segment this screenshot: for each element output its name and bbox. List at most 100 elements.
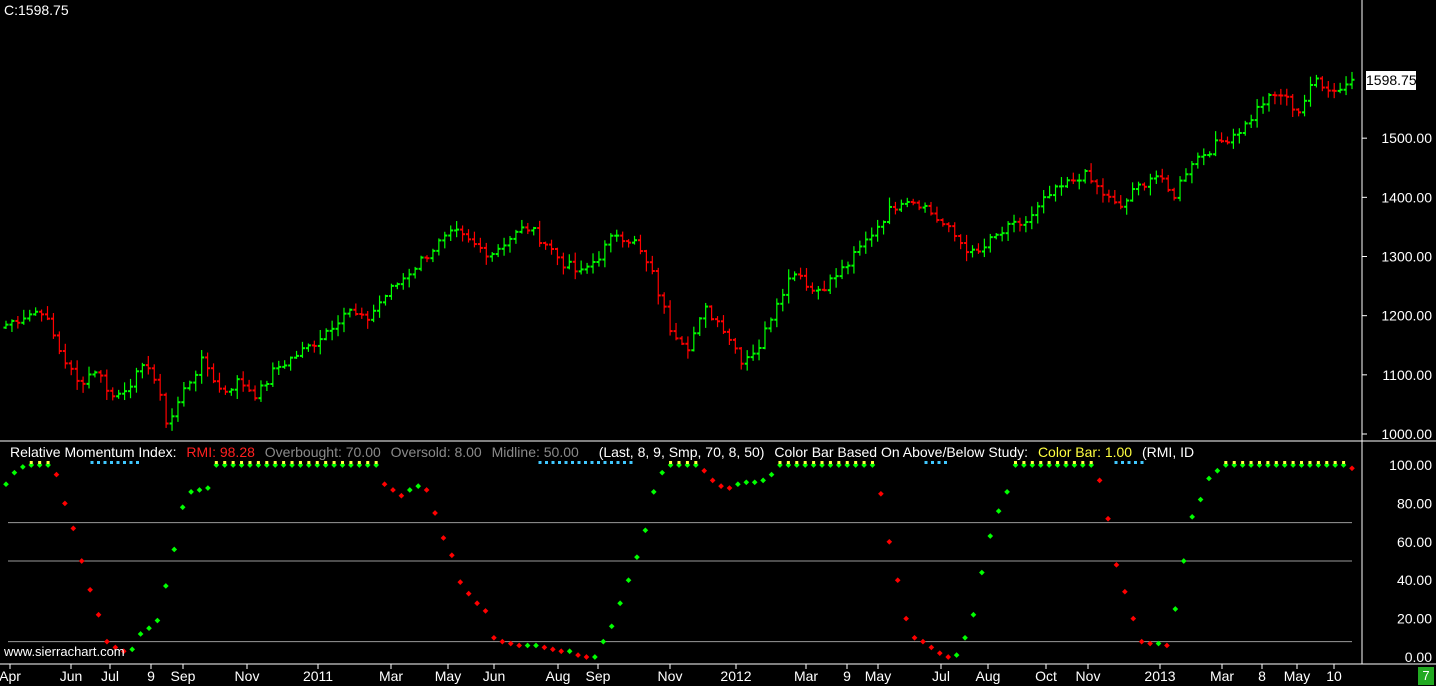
overbought-marker (845, 461, 849, 464)
rmi-point (1214, 467, 1221, 474)
rmi-point (1113, 562, 1120, 568)
overbought-marker (795, 461, 799, 464)
rmi-point (920, 638, 926, 645)
rmi-point (886, 538, 893, 545)
rmi-value: RMI: 98.28 (186, 444, 255, 460)
rmi-point (432, 510, 438, 516)
price-tick-label: 1400.00 (1381, 189, 1432, 205)
overbought-marker (1072, 461, 1076, 464)
rmi-tick-label: 60.00 (1397, 534, 1432, 550)
neutral-marker (558, 461, 561, 464)
rmi-point (188, 489, 194, 495)
overbought-marker (1047, 461, 1051, 464)
study-params: (Last, 8, 9, Smp, 70, 8, 50) (598, 444, 765, 460)
rmi-point (743, 479, 750, 486)
watermark: www.sierrachart.com (4, 644, 125, 659)
rmi-point (709, 477, 716, 484)
overbought-marker (231, 461, 235, 464)
neutral-marker (123, 461, 126, 464)
rmi-point (987, 533, 994, 539)
neutral-marker (136, 461, 139, 464)
time-tick-label: Nov (1076, 668, 1101, 684)
rmi-point (53, 471, 60, 478)
rmi-point (137, 631, 144, 637)
rmi-point (911, 634, 918, 641)
overbought-marker (1333, 461, 1337, 464)
rmi-point (995, 508, 1002, 514)
overbought-marker (1249, 461, 1253, 464)
overbought-marker (349, 461, 353, 464)
rmi-point (541, 644, 548, 651)
rmi-point (205, 485, 211, 491)
color-bar-value: Color Bar: 1.00 (1037, 444, 1133, 460)
corner-badge[interactable]: 7 (1418, 667, 1434, 685)
rmi-point (558, 648, 565, 655)
rmi-point (945, 654, 952, 660)
overbought-marker (828, 461, 832, 464)
overbought-marker (223, 461, 227, 464)
overbought-marker (854, 461, 858, 464)
rmi-tick-label: 20.00 (1397, 611, 1432, 627)
time-tick-label: Oct (1035, 668, 1057, 684)
time-tick-label: 2012 (720, 668, 751, 684)
neutral-marker (1140, 461, 1144, 464)
overbought-marker (248, 461, 252, 464)
rmi-point (423, 487, 430, 493)
overbought-value: Overbought: 70.00 (264, 444, 381, 460)
time-tick-label: 9 (843, 668, 851, 684)
rmi-point (19, 464, 26, 470)
neutral-marker (571, 461, 574, 464)
time-tick-label: 2013 (1144, 668, 1175, 684)
price-tick-label: 1500.00 (1381, 130, 1432, 146)
overbought-marker (685, 461, 689, 464)
price-and-rmi-chart: 1000.00 1100.00 1200.00 1300.00 1400.00 1500.… (0, 0, 1436, 684)
overbought-marker (812, 461, 816, 464)
time-tick-label: 10 (1326, 668, 1342, 684)
rmi-point (1197, 496, 1204, 503)
rmi-point (398, 492, 405, 499)
rmi-point (70, 525, 77, 532)
oversold-value: Oversold: 8.00 (390, 444, 482, 460)
overbought-marker (265, 461, 269, 464)
rmi-point (491, 634, 497, 641)
neutral-marker (577, 461, 581, 464)
overbought-marker (1022, 461, 1026, 464)
rmi-point (726, 485, 733, 491)
neutral-marker (564, 461, 568, 464)
rmi-point (1180, 558, 1187, 564)
rmi-point (970, 611, 977, 618)
rmi-point (642, 527, 649, 534)
rmi-point (1130, 615, 1137, 622)
rmi-point (129, 646, 136, 653)
overbought-marker (1056, 461, 1060, 464)
time-tick-label: 8 (1258, 668, 1266, 684)
overbought-marker (1266, 461, 1270, 464)
neutral-marker (603, 461, 607, 464)
overbought-marker (298, 461, 302, 464)
rmi-tick-label: 0.00 (1405, 649, 1432, 665)
rmi-point (533, 642, 539, 649)
overbought-marker (778, 461, 782, 464)
overbought-marker (694, 461, 698, 464)
rmi-point (962, 634, 968, 641)
overbought-marker (1316, 461, 1320, 464)
time-tick-label: Mar (379, 668, 403, 684)
neutral-marker (597, 461, 600, 464)
rmi-point (634, 554, 640, 560)
rmi-point (465, 590, 472, 597)
rmi-tick-label: 80.00 (1397, 495, 1432, 511)
rmi-point (735, 481, 741, 488)
time-tick-label: Nov (235, 668, 260, 684)
overbought-marker (1039, 461, 1043, 464)
price-tick-label: 1000.00 (1381, 426, 1432, 442)
rmi-point (583, 654, 590, 660)
time-tick-label: 2011 (303, 668, 333, 684)
overbought-marker (324, 461, 328, 464)
rmi-point (406, 487, 413, 493)
overbought-marker (38, 461, 42, 464)
overbought-marker (332, 461, 336, 464)
overbought-marker (1325, 461, 1329, 464)
rmi-point (1164, 642, 1170, 649)
overbought-marker (1089, 461, 1093, 464)
neutral-marker (538, 461, 542, 464)
